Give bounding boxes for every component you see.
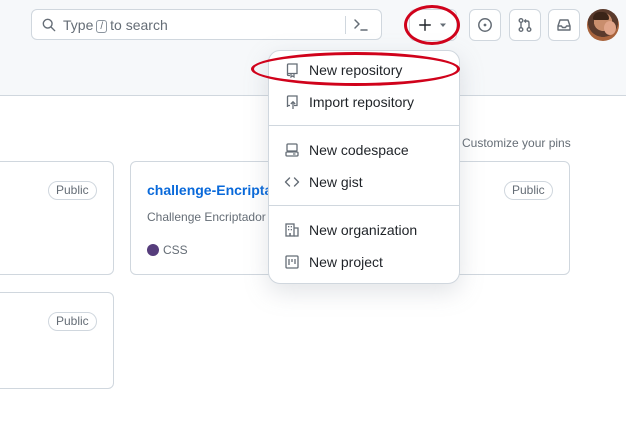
menu-item-label: New gist bbox=[309, 174, 363, 190]
search-icon bbox=[42, 18, 56, 32]
slash-key-hint: / bbox=[96, 20, 108, 33]
visibility-badge: Public bbox=[48, 181, 97, 200]
code-icon bbox=[284, 177, 300, 187]
visibility-badge: Public bbox=[504, 181, 553, 200]
annotation-ellipse-new-repository bbox=[251, 52, 460, 86]
inbox-button[interactable] bbox=[548, 9, 580, 41]
search-placeholder: Type / to search bbox=[63, 17, 168, 33]
issues-button[interactable] bbox=[469, 9, 501, 41]
menu-item-new-organization[interactable]: New organization bbox=[269, 216, 459, 244]
menu-item-new-project[interactable]: New project bbox=[269, 248, 459, 276]
language-label: CSS bbox=[163, 243, 188, 257]
pull-request-icon bbox=[518, 18, 532, 32]
issues-icon bbox=[478, 18, 492, 32]
annotation-ellipse-create-button bbox=[404, 5, 460, 45]
user-avatar[interactable] bbox=[587, 9, 619, 41]
repo-push-icon bbox=[286, 95, 298, 109]
project-icon bbox=[285, 255, 299, 269]
menu-item-label: New organization bbox=[309, 222, 418, 238]
search-divider bbox=[345, 16, 346, 34]
codespaces-icon bbox=[285, 143, 299, 157]
visibility-badge: Public bbox=[48, 312, 97, 331]
avatar-detail bbox=[604, 21, 616, 35]
menu-item-label: New codespace bbox=[309, 142, 409, 158]
pull-requests-button[interactable] bbox=[509, 9, 541, 41]
menu-item-new-gist[interactable]: New gist bbox=[269, 168, 459, 196]
organization-icon bbox=[285, 223, 299, 237]
menu-item-new-codespace[interactable]: New codespace bbox=[269, 136, 459, 164]
search-input[interactable]: Type / to search bbox=[31, 9, 382, 40]
menu-item-import-repository[interactable]: Import repository bbox=[269, 88, 459, 116]
menu-divider bbox=[269, 205, 459, 206]
customize-pins-link[interactable]: Customize your pins bbox=[462, 136, 571, 150]
command-palette-icon[interactable] bbox=[353, 17, 369, 33]
pinned-repo-card: Public bbox=[0, 292, 114, 389]
menu-divider bbox=[269, 125, 459, 126]
language-color-dot bbox=[147, 244, 159, 256]
menu-item-label: New project bbox=[309, 254, 383, 270]
pinned-repo-card: Public bbox=[0, 161, 114, 275]
inbox-icon bbox=[557, 19, 571, 31]
menu-item-label: Import repository bbox=[309, 94, 415, 110]
repo-language: CSS bbox=[147, 243, 188, 257]
avatar-detail bbox=[593, 12, 609, 20]
